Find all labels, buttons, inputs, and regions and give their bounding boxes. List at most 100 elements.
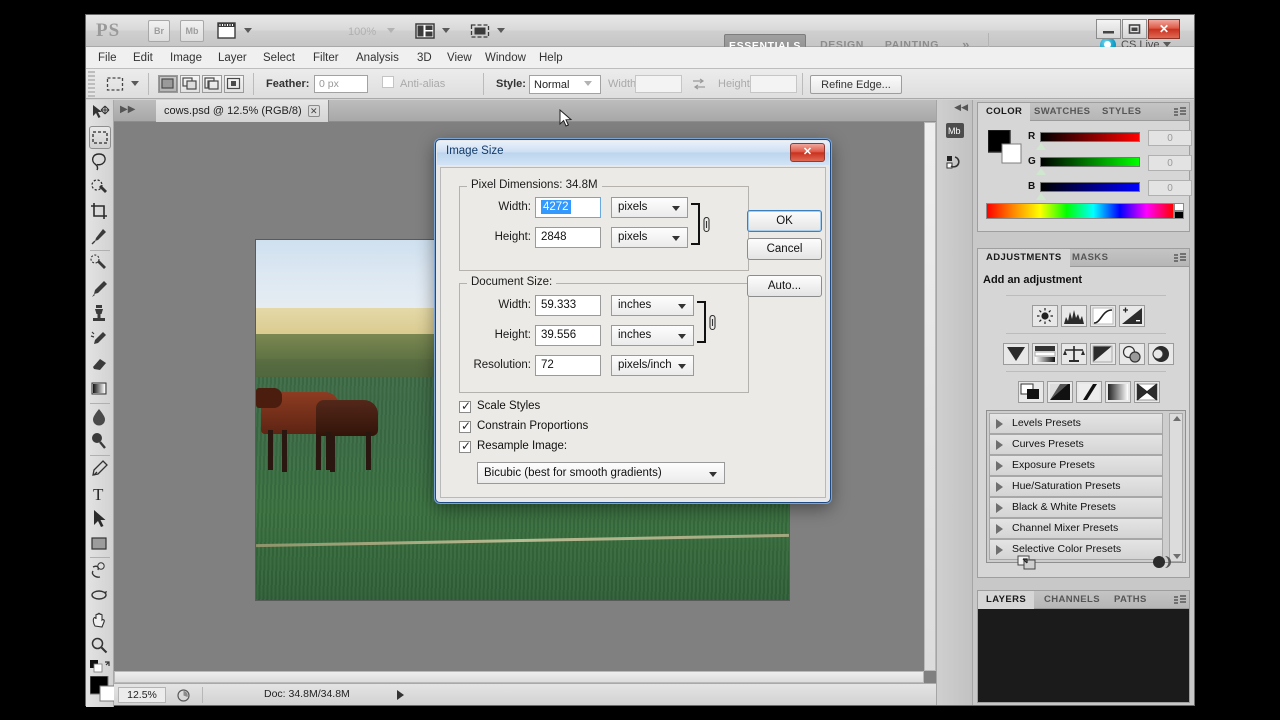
selective-color-icon[interactable] [1134,381,1160,403]
brightness-contrast-icon[interactable] [1032,305,1058,327]
tab-swatches[interactable]: SWATCHES [1026,103,1098,121]
canvas-vertical-scrollbar[interactable] [924,122,936,671]
menu-window[interactable]: Window [485,50,526,66]
dialog-title-bar[interactable]: Image Size ✕ [437,141,829,165]
color-slider-b-thumb[interactable] [1036,193,1046,200]
clip-to-layer-icon[interactable] [1016,554,1038,573]
bridge-button[interactable]: Br [148,20,170,42]
scale-styles-checkbox[interactable] [459,401,471,413]
pen-tool[interactable] [89,458,111,481]
swap-dimensions-icon[interactable] [692,78,706,93]
invert-icon[interactable] [1018,381,1044,403]
history-brush-tool[interactable] [89,328,111,351]
refine-edge-button[interactable]: Refine Edge... [810,75,902,94]
color-slider-r[interactable] [1040,132,1140,142]
preset-levels[interactable]: Levels Presets [989,413,1163,434]
doc-resolution-unit-select[interactable]: pixels/inch [611,355,694,376]
clone-stamp-tool[interactable] [89,303,111,326]
feather-input[interactable]: 0 px [314,75,368,93]
screen-mode-chevron-down-icon[interactable] [497,28,505,33]
menu-file[interactable]: File [98,50,117,66]
pixel-height-input[interactable]: 2848 [535,227,601,248]
menu-help[interactable]: Help [539,50,563,66]
expand-tabs-icon[interactable]: ▶▶ [120,104,135,115]
color-value-g[interactable]: 0 [1148,155,1192,171]
rectangular-marquee-tool[interactable] [89,126,111,149]
menu-select[interactable]: Select [263,50,295,66]
layers-list[interactable] [978,609,1189,702]
maximize-button[interactable] [1122,19,1147,39]
preset-curves[interactable]: Curves Presets [989,434,1163,455]
tool-preset-chevron-down-icon[interactable] [131,81,139,86]
arrange-documents-icon[interactable] [413,20,439,42]
tab-adjustments[interactable]: ADJUSTMENTS [978,249,1070,267]
exposure-icon[interactable] [1119,305,1145,327]
type-tool[interactable]: T [89,483,111,506]
subtract-from-selection-button[interactable] [202,75,222,93]
pixel-width-unit-select[interactable]: pixels [611,197,688,218]
height-input[interactable] [750,75,797,93]
intersect-selection-button[interactable] [224,75,244,93]
color-spectrum-ramp[interactable] [986,203,1174,219]
hue-saturation-icon[interactable] [1032,343,1058,365]
photo-filter-icon[interactable] [1119,343,1145,365]
color-panel-menu-icon[interactable] [1174,107,1185,117]
posterize-icon[interactable] [1047,381,1073,403]
quick-selection-tool[interactable] [89,176,111,199]
layers-panel-menu-icon[interactable] [1174,595,1185,605]
adjustments-panel-menu-icon[interactable] [1174,253,1185,263]
threshold-icon[interactable] [1076,381,1102,403]
width-input[interactable] [635,75,682,93]
presets-scrollbar[interactable] [1169,413,1183,562]
preset-exposure[interactable]: Exposure Presets [989,455,1163,476]
doc-height-unit-select[interactable]: inches [611,325,694,346]
view-extras-chevron-down-icon[interactable] [244,28,252,33]
tab-color[interactable]: COLOR [978,103,1030,121]
view-extras-icon[interactable] [216,20,240,42]
hand-tool[interactable] [89,610,111,633]
doc-width-unit-select[interactable]: inches [611,295,694,316]
auto-button[interactable]: Auto... [747,275,822,297]
gradient-map-icon[interactable] [1105,381,1131,403]
anti-alias-checkbox[interactable] [382,76,394,88]
tab-channels[interactable]: CHANNELS [1036,591,1108,609]
document-tab-close-icon[interactable]: ✕ [308,105,320,117]
resample-method-select[interactable]: Bicubic (best for smooth gradients) [477,462,725,484]
default-colors-icon[interactable] [90,660,112,677]
screen-mode-icon[interactable] [468,20,494,42]
curves-icon[interactable] [1090,305,1116,327]
menu-layer[interactable]: Layer [218,50,247,66]
adjustment-presets-list[interactable]: Levels Presets Curves Presets Exposure P… [986,410,1186,563]
color-slider-g-thumb[interactable] [1036,168,1046,175]
levels-icon[interactable] [1061,305,1087,327]
dodge-tool[interactable] [89,431,111,454]
foreground-background-color-swatch[interactable] [90,676,112,698]
tab-paths[interactable]: PATHS [1106,591,1155,609]
tab-layers[interactable]: LAYERS [978,591,1034,609]
resample-image-checkbox[interactable] [459,441,471,453]
vibrance-icon[interactable] [1003,343,1029,365]
status-expand-icon[interactable] [397,690,404,700]
pixel-width-input[interactable]: 4272 [535,197,601,218]
color-balance-icon[interactable] [1061,343,1087,365]
gradient-tool[interactable] [89,378,111,401]
toggle-visibility-icon[interactable] [1151,554,1173,573]
menu-image[interactable]: Image [170,50,202,66]
scroll-up-icon[interactable] [1173,416,1181,421]
preset-hue-saturation[interactable]: Hue/Saturation Presets [989,476,1163,497]
blur-tool[interactable] [89,406,111,429]
style-chevron-down-icon[interactable] [584,81,592,86]
menu-filter[interactable]: Filter [313,50,339,66]
brush-tool[interactable] [89,278,111,301]
document-info-icon[interactable] [176,688,192,706]
ok-button[interactable]: OK [747,210,822,232]
arrange-chevron-down-icon[interactable] [442,28,450,33]
zoom-tool[interactable] [89,635,111,658]
color-value-b[interactable]: 0 [1148,180,1192,196]
channel-mixer-icon[interactable] [1148,343,1174,365]
3d-rotate-tool[interactable] [89,560,111,583]
cancel-button[interactable]: Cancel [747,238,822,260]
scroll-down-icon[interactable] [1173,554,1181,559]
collapse-dock-icon[interactable]: ◀◀ [954,102,968,113]
menu-3d[interactable]: 3D [417,50,432,66]
